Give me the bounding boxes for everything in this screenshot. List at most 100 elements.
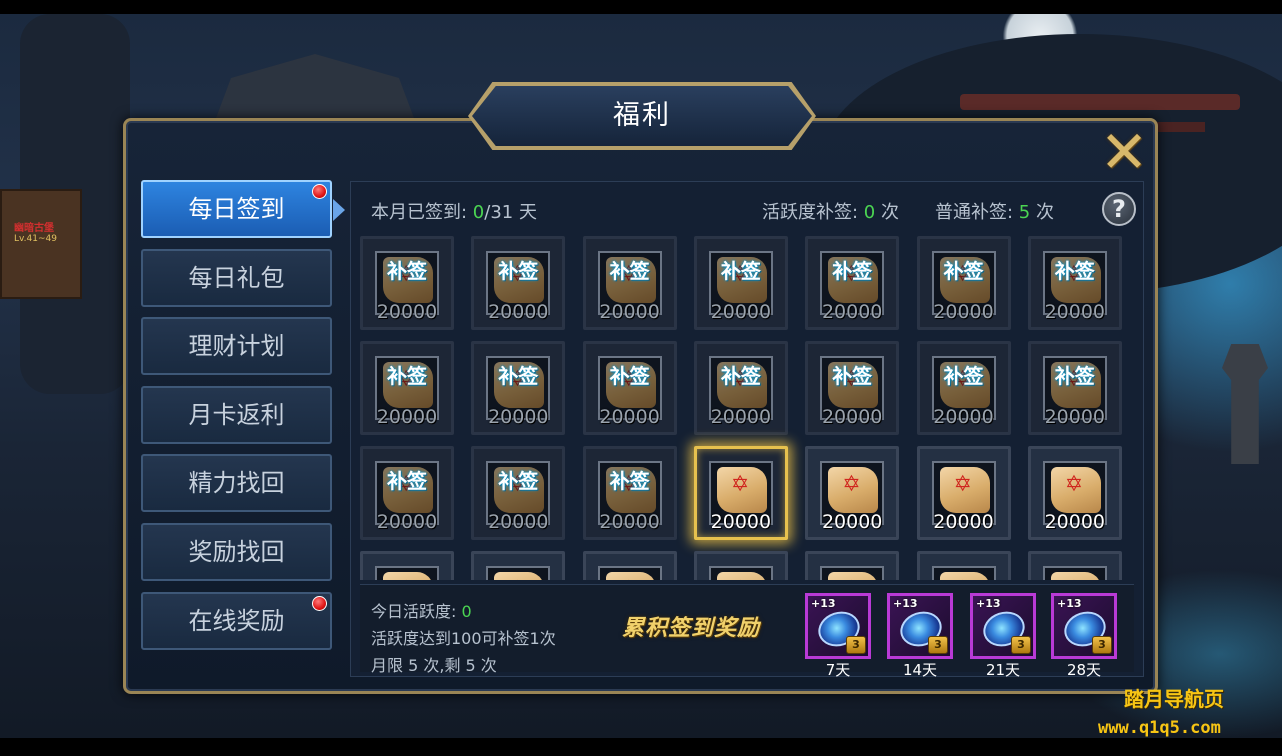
signin-day-cell[interactable]: 20000 补签	[693, 236, 788, 330]
resign-label: 补签	[1054, 364, 1095, 388]
cumulative-reward-item[interactable]: +13 3	[887, 593, 953, 659]
signin-day-cell[interactable]: 20000 补签	[916, 341, 1011, 435]
resign-label: 补签	[498, 469, 539, 493]
sidebar-item-label: 每日签到	[188, 195, 285, 223]
sidebar-item-4[interactable]: 精力找回	[141, 454, 332, 512]
enhance-level-label: +13	[811, 597, 836, 610]
signin-day-cell[interactable]: 20000 补签	[471, 341, 566, 435]
resign-label: 补签	[609, 259, 650, 283]
month-signin-info: 本月已签到: 0/31 天	[371, 198, 537, 224]
reward-amount: 20000	[1044, 301, 1106, 323]
letterbox-top	[0, 0, 1282, 14]
signin-day-cell[interactable]: 20000 补签	[360, 341, 454, 435]
reward-amount: 20000	[933, 406, 994, 428]
close-icon: ✕	[1099, 118, 1149, 186]
watermark-url: www.q1q5.com	[1098, 718, 1221, 738]
enhance-level-label: +13	[1057, 597, 1082, 610]
cumulative-reward-item[interactable]: +13 3	[805, 593, 871, 659]
signin-day-cell[interactable]: 20000 补签	[805, 236, 900, 330]
resign-limit: 月限 5 次,剩 5 次	[371, 656, 497, 675]
cumulative-reward-item[interactable]: +13 3	[970, 593, 1036, 659]
signin-day-cell[interactable]: 20000	[916, 446, 1011, 540]
sidebar-item-0[interactable]: 每日签到	[141, 180, 332, 238]
sidebar-item-2[interactable]: 理财计划	[141, 317, 332, 375]
reward-day-label: 28天	[1066, 661, 1102, 679]
normal-resign-info: 普通补签: 5 次	[935, 198, 1054, 224]
close-button[interactable]: ✕	[1099, 118, 1149, 186]
help-button[interactable]: ?	[1102, 192, 1136, 226]
signin-day-cell[interactable]: 20000	[693, 446, 788, 540]
red-dot-icon	[312, 184, 327, 199]
month-signin-total: /31 天	[484, 202, 537, 223]
active-resign-unit: 次	[875, 202, 899, 223]
signin-day-cell[interactable]	[471, 551, 566, 580]
signin-day-cell[interactable]: 20000 补签	[360, 446, 454, 540]
sidebar-item-5[interactable]: 奖励找回	[141, 523, 332, 581]
sidebar-item-6[interactable]: 在线奖励	[141, 592, 332, 650]
normal-resign-unit: 次	[1030, 202, 1054, 223]
signin-day-cell[interactable]	[693, 551, 788, 580]
sign-line-2: Lv.41~49	[14, 234, 57, 244]
sidebar-item-1[interactable]: 每日礼包	[141, 249, 332, 307]
reward-amount: 20000	[933, 301, 994, 323]
scroll-icon	[716, 572, 767, 580]
stone-lantern-shape	[1222, 344, 1268, 464]
signin-day-cell[interactable]: 20000 补签	[582, 341, 677, 435]
scroll-icon	[716, 467, 767, 513]
active-resign-info: 活跃度补签: 0 次	[762, 198, 899, 224]
lock-icon: 3	[928, 636, 948, 654]
signin-day-cell[interactable]: 20000 补签	[805, 341, 900, 435]
reward-amount: 20000	[488, 406, 549, 428]
sidebar-item-label: 月卡返利	[188, 401, 285, 429]
signin-day-cell[interactable]: 20000 补签	[1027, 236, 1122, 330]
reward-amount: 20000	[599, 406, 660, 428]
signin-grid[interactable]: 20000 补签 20000 补签 20000 补签 20000 补签 20000 补签 20000…	[360, 236, 1134, 580]
signin-day-cell[interactable]: 20000 补签	[916, 236, 1011, 330]
signin-day-cell[interactable]: 20000 补签	[693, 341, 788, 435]
resign-label: 补签	[498, 364, 539, 388]
signin-day-cell[interactable]: 20000	[1027, 446, 1122, 540]
signin-day-cell[interactable]: 20000 补签	[1027, 341, 1122, 435]
resign-label: 补签	[609, 469, 650, 493]
reward-amount: 20000	[376, 511, 438, 533]
signin-day-cell[interactable]	[805, 551, 900, 580]
scroll-icon	[939, 572, 990, 580]
signin-day-cell[interactable]: 20000 补签	[360, 236, 454, 330]
scroll-icon	[605, 572, 656, 580]
signin-day-cell[interactable]: 20000 补签	[582, 236, 677, 330]
panel-title: 福利	[613, 100, 671, 131]
reward-amount: 20000	[376, 301, 438, 323]
signin-day-cell[interactable]	[582, 551, 677, 580]
signin-day-cell[interactable]	[1027, 551, 1122, 580]
resign-label: 补签	[498, 259, 539, 283]
normal-resign-count: 5	[1018, 202, 1031, 223]
item-slot	[708, 566, 773, 580]
item-slot	[486, 566, 551, 580]
signin-day-cell[interactable]: 20000 补签	[471, 236, 566, 330]
signin-day-cell[interactable]: 20000 补签	[582, 446, 677, 540]
reward-amount: 20000	[821, 511, 883, 533]
reward-amount: 20000	[933, 511, 994, 533]
resign-label: 补签	[387, 469, 427, 493]
cumulative-reward-item[interactable]: +13 3	[1051, 593, 1117, 659]
reward-amount: 20000	[821, 406, 883, 428]
active-resign-label: 活跃度补签:	[762, 202, 864, 223]
lock-icon: 3	[1092, 636, 1112, 654]
scroll-icon	[828, 467, 879, 513]
resign-label: 补签	[387, 259, 427, 283]
lock-icon: 3	[1011, 636, 1031, 654]
signin-day-cell[interactable]	[360, 551, 454, 580]
reward-amount: 20000	[599, 301, 660, 323]
lock-icon: 3	[846, 636, 866, 654]
sign-line-1: 幽暗古堡	[14, 223, 54, 234]
signin-day-cell[interactable]	[916, 551, 1011, 580]
item-slot	[375, 566, 439, 580]
signin-day-cell[interactable]: 20000	[805, 446, 900, 540]
enhance-level-label: +13	[976, 597, 1001, 610]
reward-day-label: 14天	[902, 661, 938, 679]
active-tab-arrow-icon	[333, 199, 345, 221]
sidebar-item-3[interactable]: 月卡返利	[141, 386, 332, 444]
signin-day-cell[interactable]: 20000 补签	[471, 446, 566, 540]
sidebar: 每日签到每日礼包理财计划月卡返利精力找回奖励找回在线奖励	[141, 180, 333, 666]
active-resign-count: 0	[863, 202, 876, 223]
